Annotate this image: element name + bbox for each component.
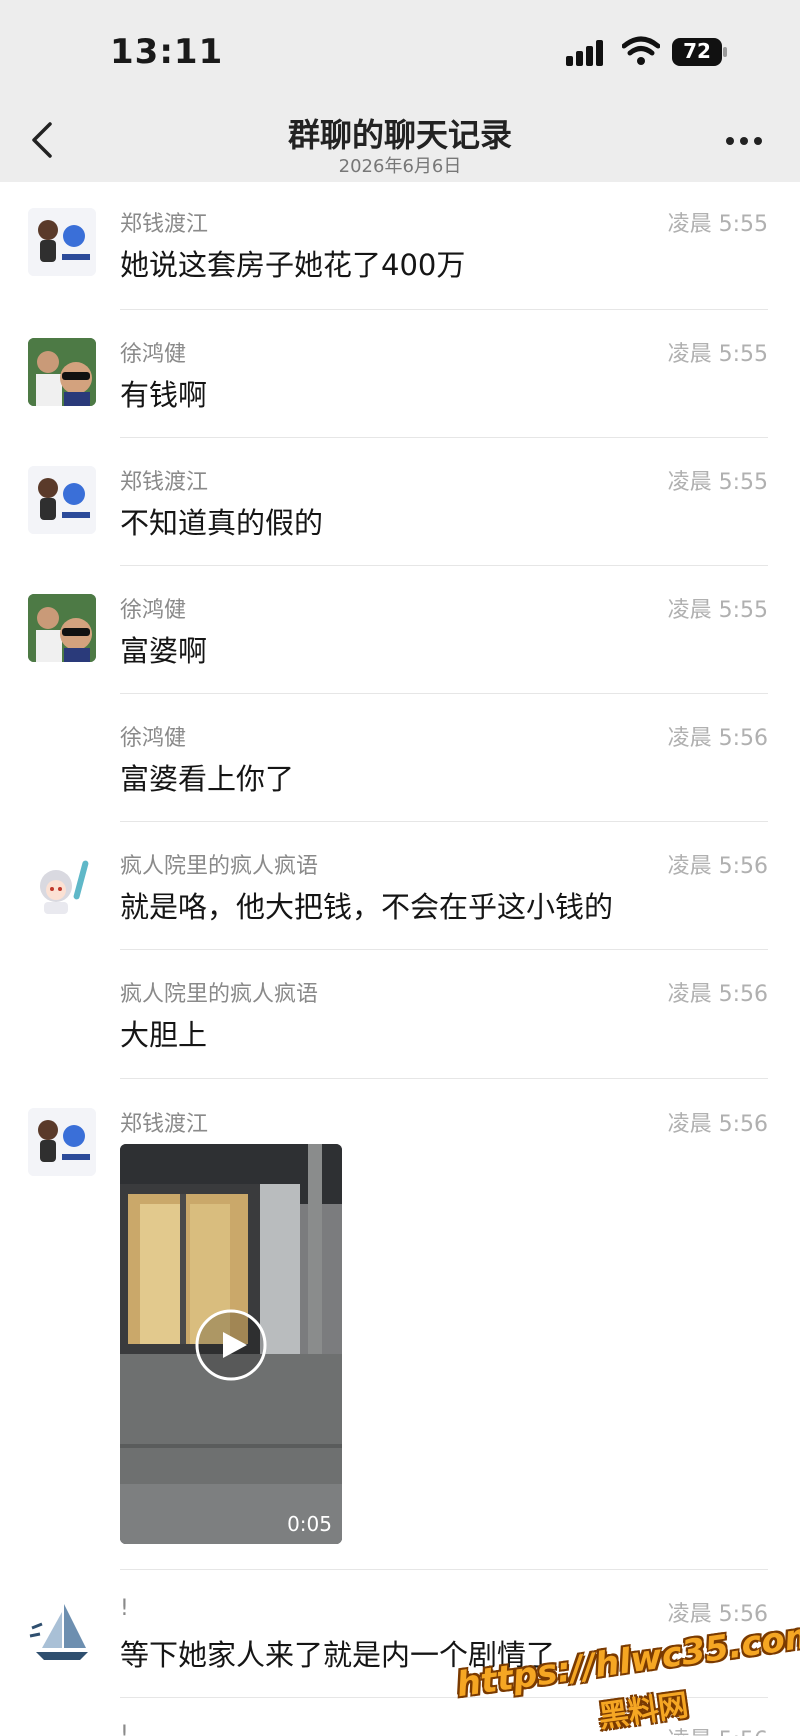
avatar[interactable] bbox=[28, 1108, 96, 1176]
message-row[interactable]: 疯人院里的疯人疯语 凌晨 5:56 就是咯，他大把钱，不会在乎这小钱的 bbox=[0, 822, 800, 950]
message-time: 凌晨 5:55 bbox=[667, 342, 768, 367]
message-time: 凌晨 5:55 bbox=[667, 212, 768, 237]
sender-name: 疯人院里的疯人疯语 bbox=[120, 854, 319, 879]
message-text: 有钱啊 bbox=[120, 378, 208, 412]
sailboat-avatar-icon bbox=[28, 1598, 96, 1666]
message-text: 就是咯，他大把钱，不会在乎这小钱的 bbox=[120, 890, 614, 924]
page-subtitle-date: 2026年6月6日 bbox=[338, 156, 462, 177]
battery-indicator: 72 bbox=[672, 38, 728, 66]
cartoon-boy-avatar-icon bbox=[28, 466, 96, 534]
sender-name: ! bbox=[120, 1596, 129, 1621]
message-row[interactable]: 郑钱渡江 凌晨 5:55 不知道真的假的 bbox=[0, 438, 800, 566]
cartoon-boy-avatar-icon bbox=[28, 208, 96, 276]
message-text: 不知道真的假的 bbox=[120, 506, 324, 540]
message-row[interactable]: 郑钱渡江 凌晨 5:55 她说这套房子她花了400万 bbox=[0, 182, 800, 310]
message-text: 大胆上 bbox=[120, 1018, 208, 1052]
message-time: 凌晨 5:56 bbox=[667, 726, 768, 751]
more-options-icon[interactable] bbox=[724, 126, 764, 156]
message-row[interactable]: 徐鸿健 凌晨 5:55 有钱啊 bbox=[0, 310, 800, 438]
photo-avatar-icon bbox=[28, 594, 96, 662]
message-time: 凌晨 5:55 bbox=[667, 598, 768, 623]
message-text: 她说这套房子她花了400万 bbox=[120, 248, 466, 282]
play-button-icon[interactable] bbox=[194, 1308, 268, 1382]
battery-level: 72 bbox=[683, 39, 711, 63]
message-row[interactable]: 徐鸿健 凌晨 5:55 富婆啊 bbox=[0, 566, 800, 694]
sender-name: 徐鸿健 bbox=[120, 342, 187, 367]
message-time: 凌晨 5:56 bbox=[667, 1112, 768, 1137]
sender-name: 郑钱渡江 bbox=[120, 1112, 209, 1137]
sender-name: 徐鸿健 bbox=[120, 598, 187, 623]
status-bar: 13:11 72 bbox=[0, 0, 800, 100]
avatar[interactable] bbox=[28, 850, 96, 918]
message-text: 富婆看上你了 bbox=[120, 762, 295, 796]
page-title: 群聊的聊天记录 bbox=[287, 116, 512, 154]
sender-name: ! bbox=[120, 1722, 129, 1736]
nav-bar: 群聊的聊天记录 2026年6月6日 bbox=[0, 100, 800, 182]
status-time: 13:11 bbox=[110, 32, 224, 72]
message-time: 凌晨 5:55 bbox=[667, 470, 768, 495]
photo-avatar-icon bbox=[28, 338, 96, 406]
avatar[interactable] bbox=[28, 594, 96, 662]
avatar[interactable] bbox=[28, 208, 96, 276]
cartoon-boy-avatar-icon bbox=[28, 1108, 96, 1176]
sender-name: 郑钱渡江 bbox=[120, 470, 209, 495]
message-time: 凌晨 5:56 bbox=[667, 854, 768, 879]
wifi-icon bbox=[622, 36, 660, 65]
avatar[interactable] bbox=[28, 1598, 96, 1666]
avatar[interactable] bbox=[28, 338, 96, 406]
sender-name: 徐鸿健 bbox=[120, 726, 187, 751]
message-row[interactable]: 疯人院里的疯人疯语 凌晨 5:56 大胆上 bbox=[0, 950, 800, 1079]
anime-character-avatar-icon bbox=[28, 850, 96, 918]
sender-name: 郑钱渡江 bbox=[120, 212, 209, 237]
message-time: 凌晨 5:56 bbox=[667, 982, 768, 1007]
sender-name: 疯人院里的疯人疯语 bbox=[120, 982, 319, 1007]
message-row[interactable]: 徐鸿健 凌晨 5:56 富婆看上你了 bbox=[0, 694, 800, 822]
video-thumbnail[interactable]: 0:05 bbox=[120, 1144, 342, 1544]
cellular-signal-icon bbox=[566, 40, 603, 66]
video-duration: 0:05 bbox=[287, 1512, 332, 1536]
message-text: 富婆啊 bbox=[120, 634, 208, 668]
avatar[interactable] bbox=[28, 466, 96, 534]
